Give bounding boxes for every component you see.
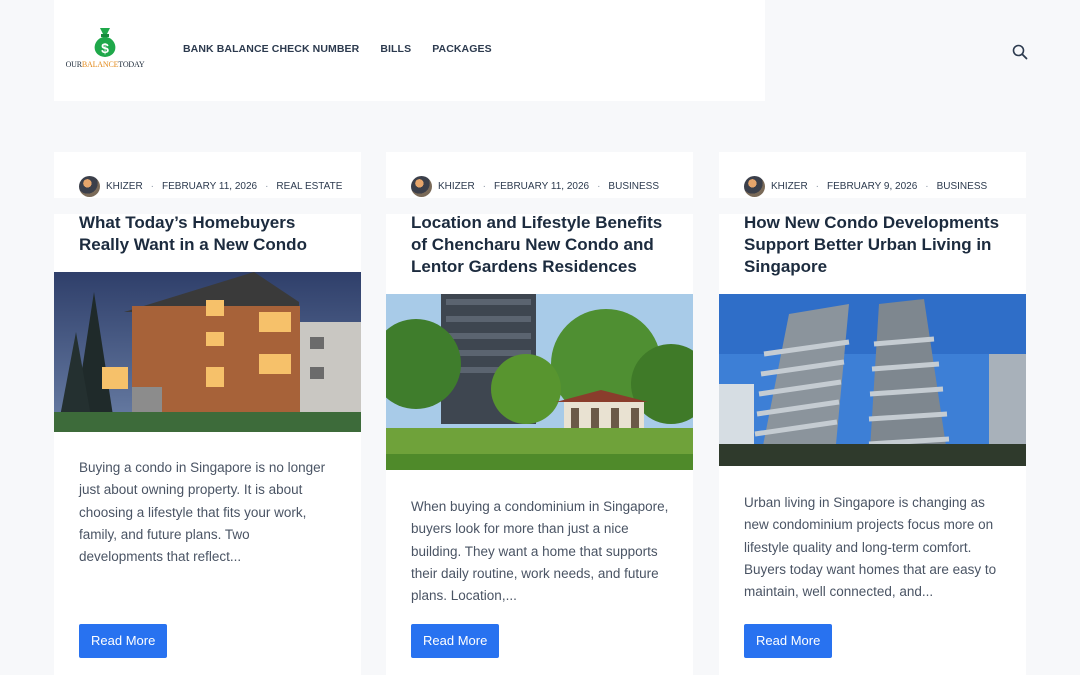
post-meta: KHIZER · FEBRUARY 11, 2026 · BUSINESS [411,176,659,197]
nav-item-bank-balance[interactable]: BANK BALANCE CHECK NUMBER [183,43,359,55]
post-excerpt: Urban living in Singapore is changing as… [744,495,997,600]
logo-text: OURBALANCETODAY [65,60,145,69]
post-date[interactable]: FEBRUARY 11, 2026 [162,181,257,192]
site-header: $ OURBALANCETODAY BANK BALANCE CHECK NUM… [54,0,765,101]
meta-separator: · [482,181,487,192]
post-category[interactable]: BUSINESS [937,181,988,192]
post-excerpt: Buying a condo in Singapore is no longer… [79,460,326,565]
post-meta: KHIZER · FEBRUARY 11, 2026 · REAL ESTATE [79,176,342,197]
read-more-button[interactable]: Read More [744,624,833,658]
post-title[interactable]: Location and Lifestyle Benefits of Chenc… [411,212,676,278]
post-author[interactable]: KHIZER [771,181,808,192]
main-nav: BANK BALANCE CHECK NUMBER BILLS PACKAGES [183,43,492,55]
avatar[interactable] [411,176,432,197]
post-title[interactable]: What Today’s Homebuyers Really Want in a… [79,212,344,256]
read-more-button[interactable]: Read More [79,624,168,658]
nav-item-packages[interactable]: PACKAGES [432,43,492,55]
svg-text:$: $ [101,40,109,56]
post-image[interactable] [386,294,693,470]
post-excerpt: When buying a condominium in Singapore, … [411,499,669,604]
post-date[interactable]: FEBRUARY 11, 2026 [494,181,589,192]
meta-separator: · [150,181,155,192]
post-meta: KHIZER · FEBRUARY 9, 2026 · BUSINESS [744,176,987,197]
search-icon[interactable] [1012,44,1028,60]
post-card: KHIZER · FEBRUARY 9, 2026 · BUSINESS How… [719,152,1026,675]
meta-separator: · [265,181,269,192]
meta-separator: · [925,181,929,192]
money-bag-icon: $ [94,28,116,57]
post-image[interactable] [719,294,1026,466]
post-title[interactable]: How New Condo Developments Support Bette… [744,212,1009,278]
post-category[interactable]: REAL ESTATE [276,181,342,192]
post-author[interactable]: KHIZER [106,181,143,192]
post-image[interactable] [54,272,361,432]
post-category[interactable]: BUSINESS [608,181,659,192]
read-more-button[interactable]: Read More [411,624,500,658]
meta-separator: · [815,181,820,192]
site-logo[interactable]: $ OURBALANCETODAY [62,26,148,72]
post-card: KHIZER · FEBRUARY 11, 2026 · BUSINESS Lo… [386,152,693,675]
post-author[interactable]: KHIZER [438,181,475,192]
nav-item-bills[interactable]: BILLS [380,43,411,55]
post-card: KHIZER · FEBRUARY 11, 2026 · REAL ESTATE… [54,152,361,675]
meta-separator: · [597,181,601,192]
post-date[interactable]: FEBRUARY 9, 2026 [827,181,917,192]
avatar[interactable] [79,176,100,197]
avatar[interactable] [744,176,765,197]
